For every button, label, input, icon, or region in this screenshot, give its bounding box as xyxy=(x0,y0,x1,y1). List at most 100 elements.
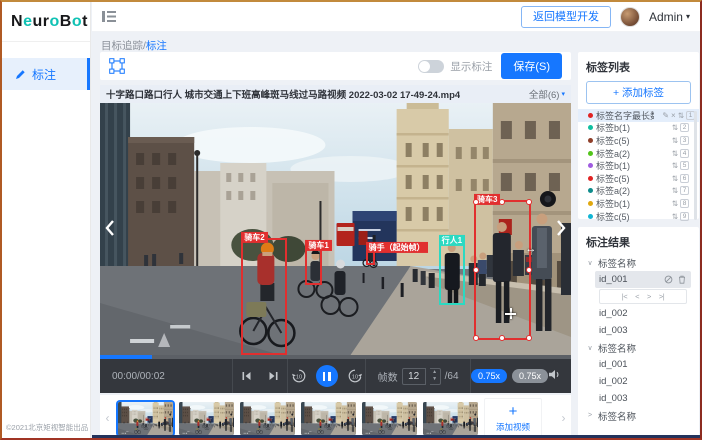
scrollbar[interactable] xyxy=(694,111,697,220)
resize-handle[interactable] xyxy=(499,335,505,341)
video-stage[interactable]: 骑车2 骑车1 骑手（起始帧） 行人1 骑车3 ↔ xyxy=(100,103,571,355)
tag-row[interactable]: 标签a(2)⇅4 xyxy=(586,147,691,160)
collapse-menu-icon[interactable] xyxy=(102,11,116,22)
add-video-label: 添加视频 xyxy=(496,421,530,433)
pause-button[interactable] xyxy=(316,365,338,387)
pager-button[interactable]: < xyxy=(635,292,639,301)
frame-stepper[interactable]: ▲▼ xyxy=(430,368,441,385)
next-frame-icon[interactable] xyxy=(268,371,279,381)
workspace-column: 显示标注 保存(S) 十字路口路口行人 城市交通上下班高峰斑马线过马路视频 20… xyxy=(100,52,571,440)
tag-name: 标签c(5) xyxy=(596,210,630,223)
add-tag-button[interactable]: + 添加标签 xyxy=(586,81,691,104)
result-id: id_002 xyxy=(599,308,628,319)
trash-icon[interactable] xyxy=(678,275,686,284)
sidebar-item-annotate[interactable]: 标注 xyxy=(2,58,90,90)
user-menu[interactable]: Admin ▾ xyxy=(649,10,690,24)
resize-handle[interactable] xyxy=(473,335,479,341)
tag-row[interactable]: 标签b(1)⇅5 xyxy=(586,159,691,172)
tag-row[interactable]: 标签b(1)⇅2 xyxy=(586,122,691,135)
pager-button[interactable]: >| xyxy=(659,292,664,301)
resize-handle[interactable] xyxy=(526,199,532,205)
annotation-label: 骑手（起始帧） xyxy=(366,242,428,253)
annotation-box[interactable]: 骑车3 xyxy=(474,200,531,340)
tag-row[interactable]: 标签a(2)⇅7 xyxy=(586,185,691,198)
step-down-icon[interactable]: ▼ xyxy=(432,376,437,383)
next-frame-chevron[interactable] xyxy=(556,219,566,237)
step-up-icon[interactable]: ▲ xyxy=(432,369,437,376)
speaker-icon xyxy=(548,369,561,380)
thumbnail-list xyxy=(118,402,478,435)
resize-cursor-icon: ↔ xyxy=(525,243,536,255)
rewind-10-icon[interactable]: 10 xyxy=(291,368,307,384)
result-item[interactable]: id_003 xyxy=(586,390,691,407)
toggle-label: 显示标注 xyxy=(450,59,492,74)
breadcrumb-parent[interactable]: 目标追踪 xyxy=(101,40,143,52)
result-item[interactable]: id_001 xyxy=(595,271,691,288)
tag-row[interactable]: 标签c(5)⇅3 xyxy=(586,134,691,147)
video-title-bar: 十字路口路口行人 城市交通上下班高峰斑马线过马路视频 2022-03-02 17… xyxy=(100,85,571,103)
shortcut-icon: ⇅ xyxy=(672,212,678,221)
tag-row[interactable]: 标签b(1)⇅8 xyxy=(586,197,691,210)
edit-tag-icon[interactable]: ✎ xyxy=(662,111,669,120)
forward-10-icon[interactable]: 10 xyxy=(347,368,363,384)
prev-frame-icon[interactable] xyxy=(241,371,252,381)
result-group-header[interactable]: ∨标签名称 xyxy=(586,254,691,271)
annotation-box[interactable]: 骑手（起始帧） xyxy=(366,248,375,265)
show-annotation-toggle[interactable] xyxy=(418,60,444,73)
crosshair-cursor-icon xyxy=(505,308,516,319)
bbox-tool-icon[interactable] xyxy=(109,58,125,74)
annotation-box[interactable]: 骑车2 xyxy=(241,238,287,355)
thumbnail-image xyxy=(301,402,356,435)
strip-left-chevron[interactable]: ‹ xyxy=(103,411,112,425)
annotation-box[interactable]: 骑车1 xyxy=(305,246,322,285)
tag-row[interactable]: 标签c(5)⇅9 xyxy=(586,210,691,223)
tag-name: 标签b(1) xyxy=(596,121,630,134)
tag-row[interactable]: 标签名字最长数...✎×⇅1 xyxy=(578,109,699,122)
video-thumbnail[interactable] xyxy=(179,402,234,435)
resize-handle[interactable] xyxy=(526,267,532,273)
annotation-results-card: 标注结果 ∨标签名称id_001|<<>>|id_002id_003∨标签名称i… xyxy=(578,227,699,439)
result-item[interactable]: id_003 xyxy=(586,322,691,339)
result-group-header[interactable]: >标签名称 xyxy=(586,407,691,424)
filter-dropdown[interactable]: 全部(6) ▾ xyxy=(529,87,565,101)
pager-button[interactable]: |< xyxy=(622,292,627,301)
video-thumbnail[interactable] xyxy=(301,402,356,435)
video-thumbnail[interactable] xyxy=(362,402,417,435)
resize-handle[interactable] xyxy=(499,199,505,205)
video-thumbnail[interactable] xyxy=(423,402,478,435)
volume-button[interactable] xyxy=(548,367,571,385)
thumbnail-image xyxy=(423,402,478,435)
annotation-box[interactable]: 行人1 xyxy=(439,241,466,305)
thumbnail-image xyxy=(118,402,173,435)
tag-row[interactable]: 标签c(5)⇅6 xyxy=(586,172,691,185)
prev-frame-chevron[interactable] xyxy=(105,219,115,237)
chevron-down-icon: ∨ xyxy=(586,344,594,352)
frame-count-label: 帧数 xyxy=(378,369,398,384)
avatar[interactable] xyxy=(620,7,640,27)
sidebar-item-label: 标注 xyxy=(32,66,56,83)
bottom-divider xyxy=(92,435,700,438)
tag-color-dot xyxy=(588,163,593,168)
speed-pill[interactable]: 0.75x xyxy=(512,369,548,383)
video-thumbnail[interactable] xyxy=(240,402,295,435)
save-button[interactable]: 保存(S) xyxy=(501,53,562,79)
back-to-model-dev-button[interactable]: 返回模型开发 xyxy=(521,6,611,28)
resize-handle[interactable] xyxy=(473,267,479,273)
tag-name: 标签a(2) xyxy=(596,147,630,160)
video-thumbnail[interactable] xyxy=(118,402,173,435)
speed-pill-active[interactable]: 0.75x xyxy=(471,369,507,383)
result-item[interactable]: id_002 xyxy=(586,305,691,322)
pager-button[interactable]: > xyxy=(647,292,651,301)
result-group-header[interactable]: ∨标签名称 xyxy=(586,339,691,356)
strip-right-chevron[interactable]: › xyxy=(559,411,568,425)
add-video-button[interactable]: + 添加视频 xyxy=(484,398,542,438)
result-item[interactable]: id_002 xyxy=(586,373,691,390)
time-display: 00:00/00:02 xyxy=(100,359,232,393)
frame-number-input[interactable] xyxy=(402,368,426,385)
delete-tag-icon[interactable]: × xyxy=(671,111,676,120)
result-item[interactable]: id_001 xyxy=(586,356,691,373)
resize-handle[interactable] xyxy=(526,335,532,341)
hide-icon[interactable] xyxy=(664,275,673,284)
toggle-knob xyxy=(419,61,430,72)
resize-handle[interactable] xyxy=(473,199,479,205)
